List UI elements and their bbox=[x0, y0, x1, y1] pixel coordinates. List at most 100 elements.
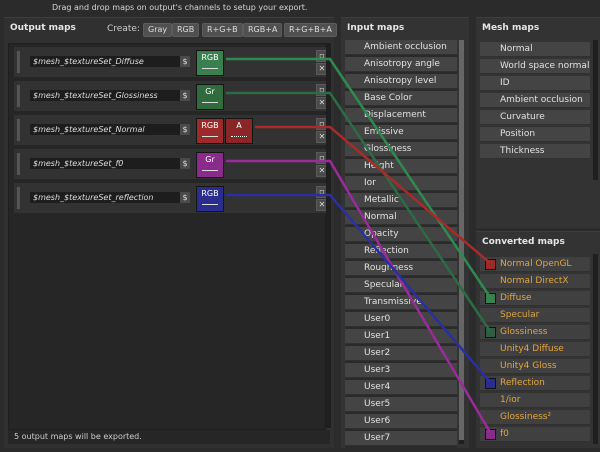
drag-handle[interactable] bbox=[17, 85, 20, 107]
converted-map-item-unity4-diffuse[interactable]: Unity4 Diffuse bbox=[480, 342, 590, 357]
channel-slot-gray[interactable]: Gr bbox=[196, 152, 224, 178]
converted-map-label: Unity4 Diffuse bbox=[500, 344, 564, 354]
variable-button[interactable]: $ bbox=[180, 90, 190, 101]
converted-map-item-normal-directx[interactable]: Normal DirectX bbox=[480, 274, 590, 289]
instruction-text: Drag and drop maps on output's channels … bbox=[52, 3, 308, 12]
create-rgb-a-button[interactable]: RGB+A bbox=[243, 23, 283, 37]
output-list-scrollbar[interactable] bbox=[326, 43, 331, 428]
connection-swatch bbox=[485, 259, 496, 270]
mesh-map-item-curvature[interactable]: Curvature bbox=[480, 110, 590, 125]
input-map-item-ambient-occlusion[interactable]: Ambient occlusion bbox=[345, 40, 457, 55]
input-map-item-user3[interactable]: User3 bbox=[345, 363, 457, 378]
input-map-item-ior[interactable]: Ior bbox=[345, 176, 457, 191]
converted-map-item-unity4-gloss[interactable]: Unity4 Gloss bbox=[480, 359, 590, 374]
converted-map-label: Normal DirectX bbox=[500, 276, 569, 286]
input-map-item-reflection[interactable]: Reflection bbox=[345, 244, 457, 259]
channel-label: A bbox=[236, 121, 242, 130]
input-map-item-transmissive[interactable]: Transmissive bbox=[345, 295, 457, 310]
mesh-map-item-position[interactable]: Position bbox=[480, 127, 590, 142]
drag-handle[interactable] bbox=[17, 187, 20, 209]
input-list-scrollbar[interactable] bbox=[459, 40, 464, 444]
input-map-item-user1[interactable]: User1 bbox=[345, 329, 457, 344]
mesh-maps-title: Mesh maps bbox=[482, 23, 540, 33]
mesh-map-item-thickness[interactable]: Thickness bbox=[480, 144, 590, 159]
variable-button[interactable]: $ bbox=[180, 124, 190, 135]
input-map-item-user7[interactable]: User7 bbox=[345, 431, 457, 446]
channel-label: Gr bbox=[205, 155, 215, 164]
connection-swatch bbox=[485, 327, 496, 338]
drag-handle[interactable] bbox=[17, 119, 20, 141]
output-name-field[interactable]: $mesh_$textureSet_Normal bbox=[30, 124, 181, 135]
output-map-row: $mesh_$textureSet_Diffuse $ RGB ▫ ✕ bbox=[13, 46, 329, 78]
converted-map-label: Glossiness bbox=[500, 327, 548, 337]
converted-map-label: Diffuse bbox=[500, 293, 532, 303]
input-map-item-user2[interactable]: User2 bbox=[345, 346, 457, 361]
output-map-list: $mesh_$textureSet_Diffuse $ RGB ▫ ✕ $mes… bbox=[8, 43, 329, 430]
input-map-item-normal[interactable]: Normal bbox=[345, 210, 457, 225]
mesh-map-item-world-space-normal[interactable]: World space normal bbox=[480, 59, 590, 74]
input-map-item-base-color[interactable]: Base Color bbox=[345, 91, 457, 106]
mesh-map-item-ambient-occlusion[interactable]: Ambient occlusion bbox=[480, 93, 590, 108]
converted-map-label: Specular bbox=[500, 310, 540, 320]
output-name-field[interactable]: $mesh_$textureSet_Glossiness bbox=[30, 90, 181, 101]
input-map-item-metallic[interactable]: Metallic bbox=[345, 193, 457, 208]
converted-list-scrollbar[interactable] bbox=[593, 254, 598, 444]
converted-maps-title: Converted maps bbox=[482, 237, 565, 247]
input-map-list: Ambient occlusion Anisotropy angle Anisotr… bbox=[345, 40, 457, 448]
mesh-list-scrollbar[interactable] bbox=[593, 40, 598, 180]
input-map-item-opacity[interactable]: Opacity bbox=[345, 227, 457, 242]
scrollbar-thumb[interactable] bbox=[459, 40, 464, 440]
output-maps-panel: Output maps Create: Gray RGB R+G+B RGB+A… bbox=[4, 17, 337, 448]
create-r-g-b-button[interactable]: R+G+B bbox=[202, 23, 243, 37]
input-map-item-roughness[interactable]: Roughness bbox=[345, 261, 457, 276]
output-name-field[interactable]: $mesh_$textureSet_f0 bbox=[30, 158, 181, 169]
converted-map-item-normal-opengl[interactable]: Normal OpenGL bbox=[480, 257, 590, 272]
create-gray-button[interactable]: Gray bbox=[143, 23, 173, 37]
converted-map-item-diffuse[interactable]: Diffuse bbox=[480, 291, 590, 306]
channel-slot-rgb[interactable]: RGB bbox=[196, 186, 224, 212]
drag-handle[interactable] bbox=[17, 51, 20, 73]
converted-map-item-reflection[interactable]: Reflection bbox=[480, 376, 590, 391]
channel-slot-alpha[interactable]: A bbox=[225, 118, 253, 144]
channel-slot-rgb[interactable]: RGB bbox=[196, 118, 224, 144]
variable-button[interactable]: $ bbox=[180, 56, 190, 67]
input-map-item-emissive[interactable]: Emissive bbox=[345, 125, 457, 140]
converted-map-item-1-ior[interactable]: 1/ior bbox=[480, 393, 590, 408]
create-rgb-button[interactable]: RGB bbox=[172, 23, 200, 37]
connection-swatch bbox=[485, 378, 496, 389]
converted-map-label: 1/ior bbox=[500, 395, 521, 405]
output-name-field[interactable]: $mesh_$textureSet_reflection bbox=[30, 192, 181, 203]
input-maps-title: Input maps bbox=[347, 23, 405, 33]
input-map-item-user5[interactable]: User5 bbox=[345, 397, 457, 412]
input-map-item-specular[interactable]: Specular bbox=[345, 278, 457, 293]
mesh-maps-panel: Mesh maps Normal World space normal ID Ambi… bbox=[476, 17, 600, 228]
input-map-item-glossiness[interactable]: Glossiness bbox=[345, 142, 457, 157]
input-map-item-height[interactable]: Height bbox=[345, 159, 457, 174]
converted-map-item-glossiness[interactable]: Glossiness bbox=[480, 325, 590, 340]
mesh-map-item-id[interactable]: ID bbox=[480, 76, 590, 91]
channel-label: RGB bbox=[201, 189, 219, 198]
connection-swatch bbox=[485, 429, 496, 440]
drag-handle[interactable] bbox=[17, 153, 20, 175]
variable-button[interactable]: $ bbox=[180, 158, 190, 169]
converted-map-item-f0[interactable]: f0 bbox=[480, 427, 590, 442]
input-map-item-displacement[interactable]: Displacement bbox=[345, 108, 457, 123]
channel-label: RGB bbox=[201, 121, 219, 130]
input-map-item-user4[interactable]: User4 bbox=[345, 380, 457, 395]
input-map-item-anisotropy-angle[interactable]: Anisotropy angle bbox=[345, 57, 457, 72]
input-map-item-user0[interactable]: User0 bbox=[345, 312, 457, 327]
output-name-field[interactable]: $mesh_$textureSet_Diffuse bbox=[30, 56, 181, 67]
input-map-item-anisotropy-level[interactable]: Anisotropy level bbox=[345, 74, 457, 89]
channel-slot-gray[interactable]: Gr bbox=[196, 84, 224, 110]
mesh-map-item-normal[interactable]: Normal bbox=[480, 42, 590, 57]
converted-map-item-specular[interactable]: Specular bbox=[480, 308, 590, 323]
create-r-g-b-a-button[interactable]: R+G+B+A bbox=[284, 23, 337, 37]
channel-slot-rgb[interactable]: RGB bbox=[196, 50, 224, 76]
connection-swatch bbox=[485, 293, 496, 304]
export-count-status: 5 output maps will be exported. bbox=[8, 430, 330, 444]
converted-map-item-glossiness[interactable]: Glossiness² bbox=[480, 410, 590, 425]
output-map-row: $mesh_$textureSet_Glossiness $ Gr ▫ ✕ bbox=[13, 80, 329, 112]
channel-label: RGB bbox=[201, 53, 219, 62]
input-map-item-user6[interactable]: User6 bbox=[345, 414, 457, 429]
variable-button[interactable]: $ bbox=[180, 192, 190, 203]
